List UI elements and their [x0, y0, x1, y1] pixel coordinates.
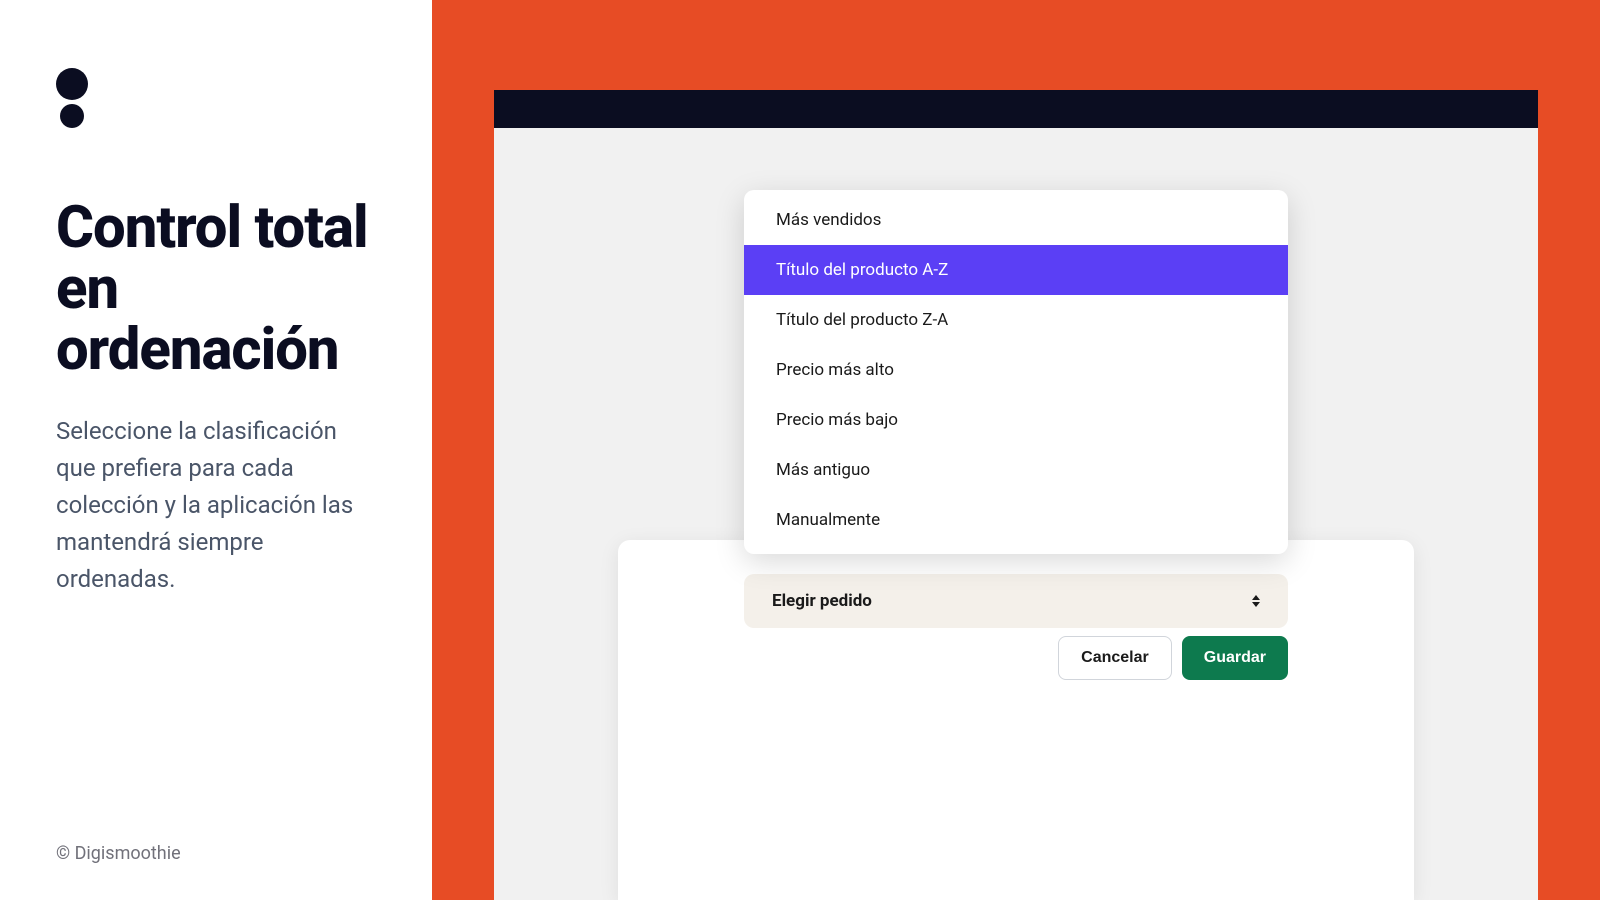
chevron-updown-icon	[1252, 595, 1260, 607]
cancel-button[interactable]: Cancelar	[1058, 636, 1172, 680]
sort-option-price-low[interactable]: Precio más bajo	[744, 395, 1288, 445]
app-window: Más vendidos Título del producto A-Z Tít…	[494, 90, 1538, 900]
sort-option-oldest[interactable]: Más antiguo	[744, 445, 1288, 495]
info-panel: Control total en ordenación Seleccione l…	[0, 0, 432, 900]
preview-panel: Más vendidos Título del producto A-Z Tít…	[432, 0, 1600, 900]
sort-option-title-az[interactable]: Título del producto A-Z	[744, 245, 1288, 295]
copyright-text: © Digismoothie	[56, 843, 181, 864]
logo-icon	[56, 68, 376, 128]
page-title: Control total en ordenación	[56, 198, 376, 381]
dialog-actions: Cancelar Guardar	[744, 636, 1288, 680]
order-select-label: Elegir pedido	[772, 591, 872, 611]
sort-option-manual[interactable]: Manualmente	[744, 495, 1288, 554]
sort-option-best-selling[interactable]: Más vendidos	[744, 190, 1288, 245]
order-select-field[interactable]: Elegir pedido	[744, 574, 1288, 628]
sort-option-price-high[interactable]: Precio más alto	[744, 345, 1288, 395]
app-topbar	[494, 90, 1538, 128]
save-button[interactable]: Guardar	[1182, 636, 1288, 680]
page-description: Seleccione la clasificación que prefiera…	[56, 413, 376, 599]
sort-option-title-za[interactable]: Título del producto Z-A	[744, 295, 1288, 345]
sort-dropdown-list: Más vendidos Título del producto A-Z Tít…	[744, 190, 1288, 554]
